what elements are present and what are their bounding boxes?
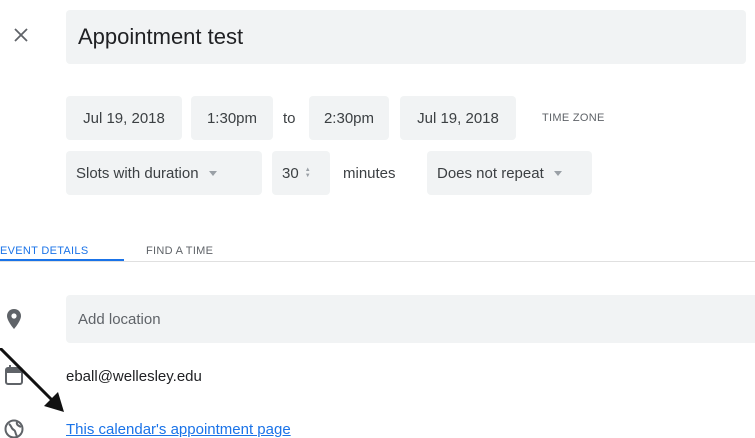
duration-unit-label: minutes: [343, 164, 396, 182]
end-date-text: Jul 19, 2018: [417, 109, 499, 127]
tab-event-details-label: EVENT DETAILS: [0, 245, 89, 257]
time-zone-button[interactable]: TIME ZONE: [542, 96, 605, 140]
duration-stepper[interactable]: 30 ▲ ▼: [272, 151, 330, 195]
arrow-annotation: [0, 348, 64, 412]
appointment-page-link[interactable]: This calendar's appointment page: [66, 417, 291, 438]
repeat-dropdown[interactable]: Does not repeat: [427, 151, 592, 195]
repeat-text: Does not repeat: [437, 164, 544, 182]
start-time-picker[interactable]: 1:30pm: [191, 96, 273, 140]
duration-value: 30: [282, 164, 299, 182]
event-edit-page: Jul 19, 2018 1:30pm to 2:30pm Jul 19, 20…: [0, 0, 755, 438]
slot-type-dropdown[interactable]: Slots with duration: [66, 151, 262, 195]
globe-icon: [4, 418, 24, 438]
calendar-owner: eball@wellesley.edu: [66, 367, 202, 385]
chevron-down-icon: [553, 170, 562, 176]
event-title-input[interactable]: [66, 10, 746, 64]
time-zone-label: TIME ZONE: [542, 112, 605, 124]
start-date-picker[interactable]: Jul 19, 2018: [66, 96, 182, 140]
to-label: to: [283, 109, 296, 127]
end-time-picker[interactable]: 2:30pm: [309, 96, 389, 140]
location-input[interactable]: [66, 295, 755, 343]
location-pin-icon: [4, 308, 24, 330]
slot-type-text: Slots with duration: [76, 164, 199, 182]
close-button[interactable]: [8, 22, 34, 48]
stepper-arrows-icon[interactable]: ▲ ▼: [305, 167, 311, 179]
tabs-divider: [0, 261, 755, 262]
end-date-picker[interactable]: Jul 19, 2018: [400, 96, 516, 140]
close-icon: [14, 28, 28, 42]
tab-find-a-time-label: FIND A TIME: [146, 245, 214, 257]
start-time-text: 1:30pm: [206, 109, 258, 127]
start-date-text: Jul 19, 2018: [83, 109, 165, 127]
end-time-text: 2:30pm: [323, 109, 375, 127]
chevron-down-icon: [208, 170, 217, 176]
